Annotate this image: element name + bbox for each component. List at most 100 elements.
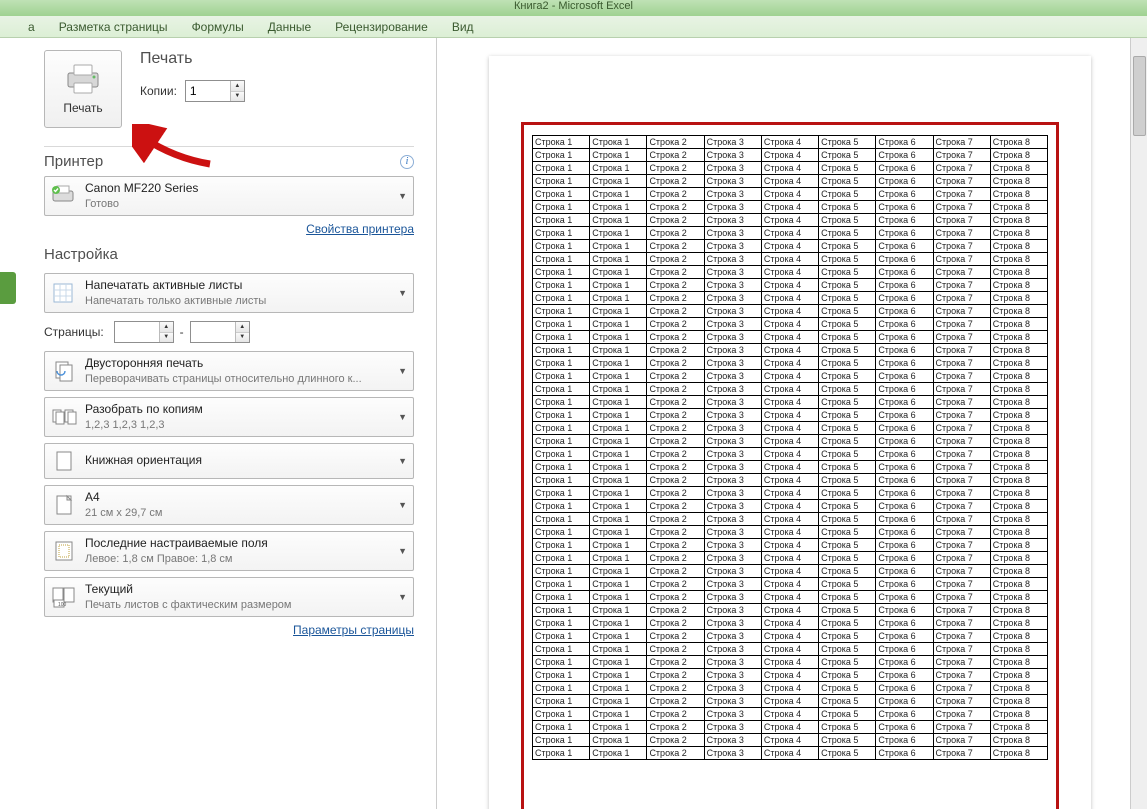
vertical-scrollbar[interactable] [1130,38,1147,809]
table-cell: Строка 1 [590,487,647,500]
printer-selector[interactable]: Canon MF220 Series Готово ▼ [44,176,414,216]
spin-down-icon[interactable]: ▼ [231,92,244,102]
table-cell: Строка 5 [819,656,876,669]
printer-properties-link[interactable]: Свойства принтера [306,222,414,236]
table-row: Строка 1Строка 1Строка 2Строка 3Строка 4… [533,487,1048,500]
table-cell: Строка 6 [876,747,933,760]
ribbon-tab[interactable]: Данные [268,20,311,34]
table-cell: Строка 6 [876,201,933,214]
table-cell: Строка 1 [590,474,647,487]
table-cell: Строка 1 [533,409,590,422]
ribbon-tabs: а Разметка страницы Формулы Данные Рецен… [0,16,1147,38]
table-cell: Строка 3 [704,409,761,422]
table-cell: Строка 1 [533,175,590,188]
print-what-selector[interactable]: Напечатать активные листы Напечатать тол… [44,273,414,313]
table-cell: Строка 7 [933,474,990,487]
table-cell: Строка 6 [876,266,933,279]
collate-selector[interactable]: Разобрать по копиям 1,2,3 1,2,3 1,2,3 ▼ [44,397,414,437]
table-cell: Строка 6 [876,136,933,149]
ribbon-tab[interactable]: Разметка страницы [59,20,168,34]
table-cell: Строка 6 [876,617,933,630]
scaling-selector[interactable]: 100 Текущий Печать листов с фактическим … [44,577,414,617]
table-cell: Строка 4 [761,565,818,578]
table-cell: Строка 5 [819,552,876,565]
margins-selector[interactable]: Последние настраиваемые поля Левое: 1,8 … [44,531,414,571]
table-cell: Строка 1 [533,721,590,734]
ribbon-tab[interactable]: Формулы [192,20,244,34]
spin-up-icon[interactable]: ▲ [160,322,173,333]
spin-down-icon[interactable]: ▼ [160,333,173,343]
spin-up-icon[interactable]: ▲ [236,322,249,333]
scaling-desc: Печать листов с фактическим размером [85,598,390,612]
table-cell: Строка 7 [933,630,990,643]
copies-label: Копии: [140,84,177,98]
duplex-selector[interactable]: Двусторонняя печать Переворачивать стран… [44,351,414,391]
table-cell: Строка 8 [990,578,1047,591]
page-from-spinner[interactable]: ▲▼ [114,321,174,343]
table-cell: Строка 1 [590,682,647,695]
table-cell: Строка 6 [876,734,933,747]
table-cell: Строка 5 [819,565,876,578]
table-cell: Строка 4 [761,318,818,331]
table-cell: Строка 6 [876,539,933,552]
paper-size-selector[interactable]: A4 21 см x 29,7 см ▼ [44,485,414,525]
table-cell: Строка 3 [704,318,761,331]
table-cell: Строка 2 [647,435,704,448]
table-cell: Строка 1 [533,695,590,708]
table-cell: Строка 2 [647,513,704,526]
table-cell: Строка 2 [647,175,704,188]
page-from-input[interactable] [115,322,159,342]
table-cell: Строка 7 [933,188,990,201]
spin-down-icon[interactable]: ▼ [236,333,249,343]
page-setup-link[interactable]: Параметры страницы [293,623,414,637]
page-to-spinner[interactable]: ▲▼ [190,321,250,343]
table-cell: Строка 2 [647,747,704,760]
table-cell: Строка 6 [876,630,933,643]
table-cell: Строка 3 [704,734,761,747]
table-cell: Строка 2 [647,370,704,383]
table-cell: Строка 5 [819,331,876,344]
table-cell: Строка 1 [533,474,590,487]
table-row: Строка 1Строка 1Строка 2Строка 3Строка 4… [533,708,1048,721]
table-cell: Строка 5 [819,695,876,708]
table-row: Строка 1Строка 1Строка 2Строка 3Строка 4… [533,578,1048,591]
spin-up-icon[interactable]: ▲ [231,81,244,92]
table-row: Строка 1Строка 1Строка 2Строка 3Строка 4… [533,240,1048,253]
table-cell: Строка 2 [647,383,704,396]
copies-spinner[interactable]: ▲ ▼ [185,80,245,102]
table-cell: Строка 7 [933,721,990,734]
table-cell: Строка 8 [990,513,1047,526]
ribbon-tab[interactable]: а [28,20,35,34]
page-to-input[interactable] [191,322,235,342]
table-cell: Строка 8 [990,604,1047,617]
table-cell: Строка 7 [933,578,990,591]
ribbon-tab[interactable]: Рецензирование [335,20,428,34]
table-row: Строка 1Строка 1Строка 2Строка 3Строка 4… [533,669,1048,682]
chevron-down-icon: ▼ [398,191,407,201]
table-cell: Строка 7 [933,487,990,500]
chevron-down-icon: ▼ [398,366,407,376]
info-icon[interactable]: i [400,155,414,169]
print-button[interactable]: Печать [44,50,122,128]
scrollbar-thumb[interactable] [1133,56,1146,136]
margins-icon [51,538,77,564]
table-cell: Строка 2 [647,357,704,370]
table-cell: Строка 4 [761,448,818,461]
table-row: Строка 1Строка 1Строка 2Строка 3Строка 4… [533,357,1048,370]
table-cell: Строка 3 [704,578,761,591]
table-cell: Строка 1 [590,630,647,643]
copies-input[interactable] [186,81,230,101]
table-row: Строка 1Строка 1Строка 2Строка 3Строка 4… [533,344,1048,357]
table-cell: Строка 1 [533,266,590,279]
chevron-down-icon: ▼ [398,456,407,466]
table-cell: Строка 2 [647,409,704,422]
table-cell: Строка 4 [761,292,818,305]
table-cell: Строка 3 [704,175,761,188]
table-row: Строка 1Строка 1Строка 2Строка 3Строка 4… [533,214,1048,227]
table-cell: Строка 4 [761,643,818,656]
table-cell: Строка 1 [590,422,647,435]
table-cell: Строка 7 [933,552,990,565]
orientation-selector[interactable]: Книжная ориентация ▼ [44,443,414,479]
table-row: Строка 1Строка 1Строка 2Строка 3Строка 4… [533,435,1048,448]
ribbon-tab[interactable]: Вид [452,20,474,34]
